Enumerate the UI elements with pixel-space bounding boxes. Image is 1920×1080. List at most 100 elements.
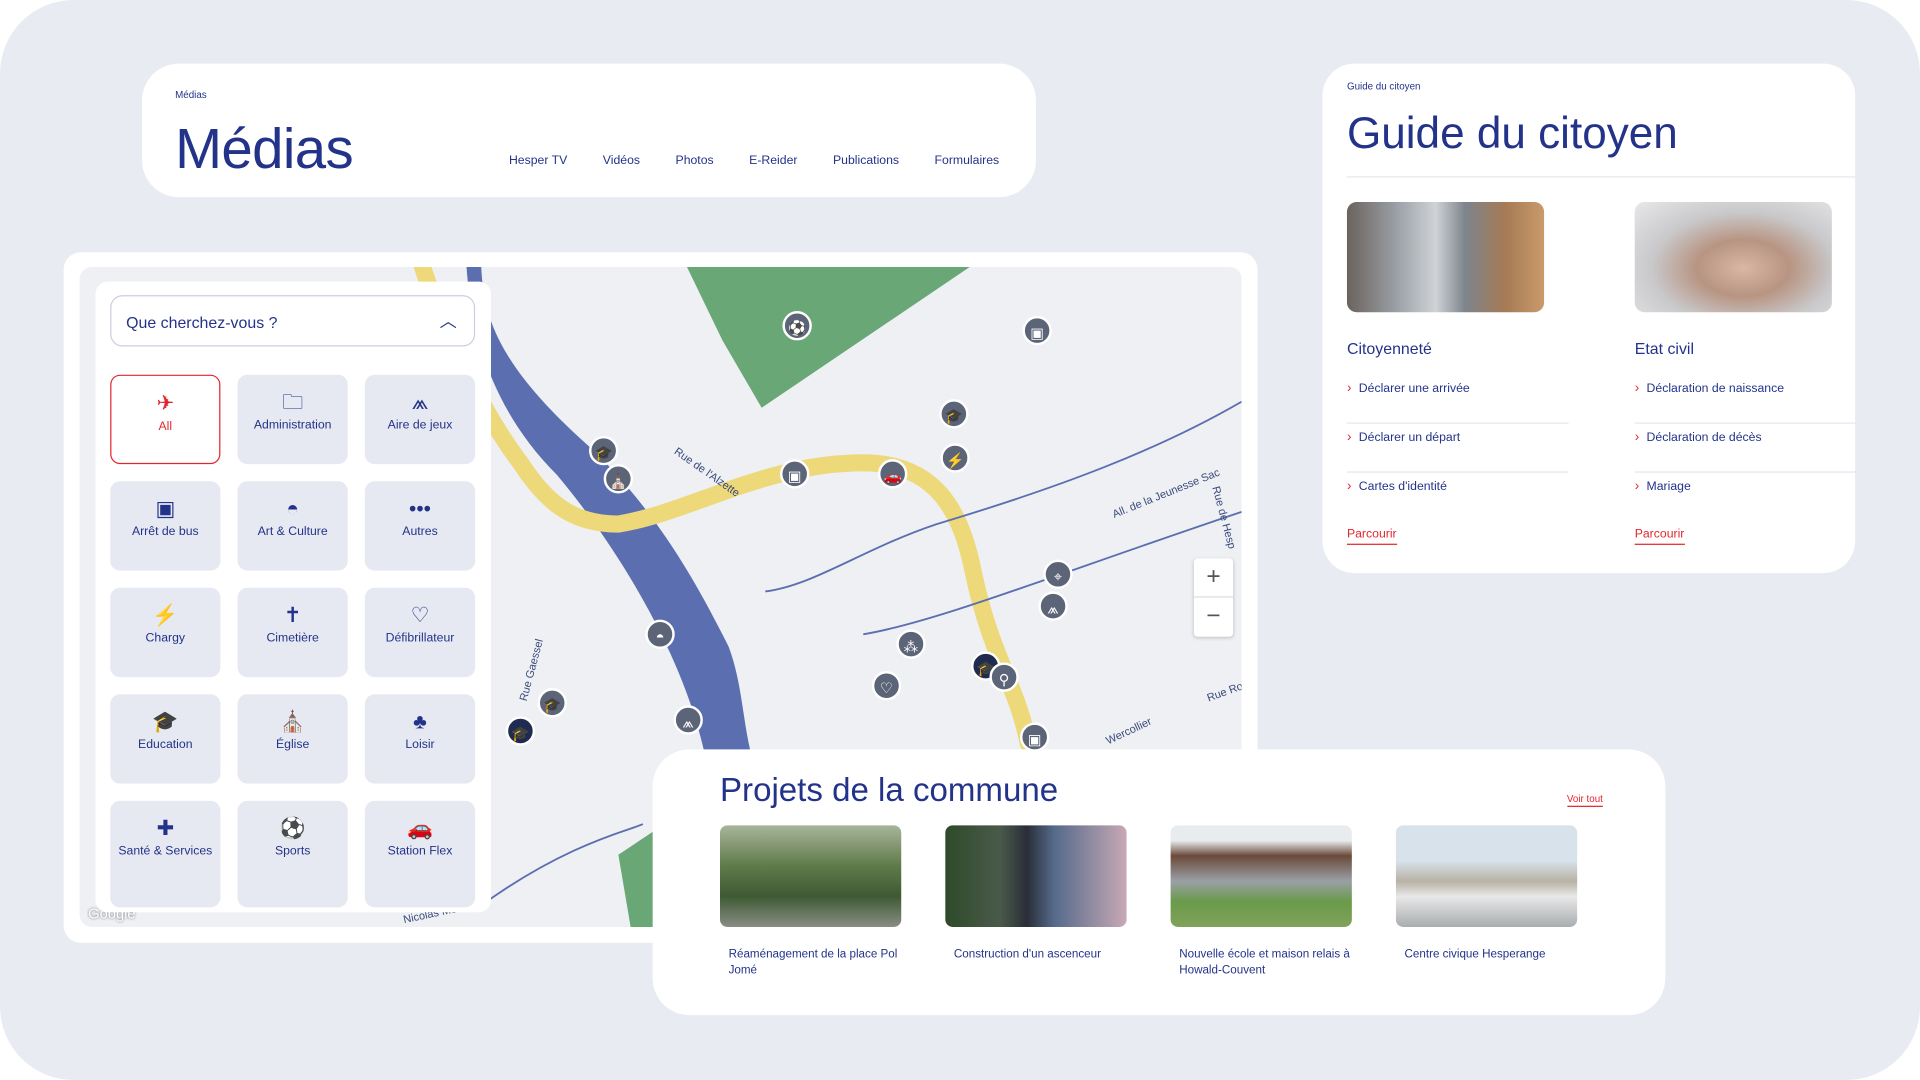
category-education[interactable]: 🎓 Education (110, 694, 221, 784)
chevron-right-icon: › (1346, 429, 1352, 445)
map-marker-chargy[interactable]: ⚡ (940, 443, 970, 473)
map-marker-others[interactable]: ⁂ (896, 629, 926, 659)
project-label: Centre civique Hesperange (1404, 947, 1546, 962)
map-marker-playground[interactable]: ⩕ (673, 705, 703, 735)
dots-icon: ••• (409, 497, 431, 521)
category-label: Chargy (145, 631, 186, 646)
guide-link[interactable]: › Déclarer un départ (1346, 424, 1569, 473)
guide-citoyen-card: Guide du citoyen Guide du citoyen Citoye… (1322, 63, 1857, 574)
street-label: Rue Ro (1206, 680, 1242, 704)
nav-photos[interactable]: Photos (676, 154, 714, 167)
category-arrêt-de-bus[interactable]: ▣ Arrêt de bus (110, 481, 221, 571)
nav-e-reider[interactable]: E-Reider (749, 154, 797, 167)
chevron-right-icon: › (1634, 380, 1640, 396)
zoom-in-button[interactable]: + (1194, 558, 1233, 596)
map-marker-station-flex[interactable]: 🚗 (877, 459, 908, 489)
category-santé-services[interactable]: ✚ Santé & Services (110, 800, 221, 908)
breadcrumb[interactable]: Guide du citoyen (1347, 81, 1421, 92)
category-label: Sports (274, 844, 311, 859)
guide-link[interactable]: › Cartes d'identité (1347, 473, 1569, 522)
category-chargy[interactable]: ⚡ Chargy (110, 587, 221, 678)
citoyennete-image (1346, 202, 1545, 313)
chevron-right-icon: › (1346, 478, 1352, 494)
projects-card: Projets de la commune Voir tout Réaménag… (652, 749, 1666, 1016)
church-icon: ⛪ (279, 710, 306, 734)
page-title: Médias (175, 116, 354, 181)
link-label: Cartes d'identité (1358, 480, 1447, 494)
nav-hesper-tv[interactable]: Hesper TV (509, 154, 567, 167)
car-icon: 🚗 (407, 816, 433, 841)
category-station-flex[interactable]: 🚗 Station Flex (364, 800, 476, 908)
map-marker-defibrillator[interactable]: ♡ (871, 671, 902, 701)
street-label: All. de la Jeunesse Sac (1111, 467, 1222, 521)
project-item[interactable]: Réaménagement de la place Pol Jomé (720, 825, 916, 978)
map-marker-playground[interactable]: ⩕ (1038, 591, 1068, 621)
map-marker-bus[interactable]: ▣ (780, 459, 810, 489)
project-label: Nouvelle école et maison relais à Howald… (1179, 947, 1350, 978)
category-administration[interactable]: 🗀 Administration (237, 374, 348, 465)
category-loisir[interactable]: ♣ Loisir (364, 694, 476, 784)
see-all-link[interactable]: Voir tout (1566, 793, 1603, 807)
guide-link[interactable]: › Déclarer une arrivée (1346, 375, 1569, 424)
chevron-right-icon: › (1634, 478, 1640, 494)
project-item[interactable]: Centre civique Hesperange (1395, 825, 1592, 962)
search-placeholder: Que cherchez-vous ? (126, 313, 278, 332)
category-sports[interactable]: ⚽ Sports (237, 800, 348, 908)
link-label: Déclarer un départ (1358, 431, 1461, 445)
guide-column-citoyennete: Citoyenneté › Déclarer une arrivée › Décla… (1346, 202, 1569, 545)
column-title: Etat civil (1634, 339, 1694, 358)
map-marker-bike[interactable]: ⚲ (989, 662, 1019, 692)
heart-pulse-icon: ♡ (410, 603, 430, 627)
guide-link[interactable]: › Mariage (1635, 473, 1857, 522)
category-aire-de-jeux[interactable]: ⩕ Aire de jeux (364, 374, 476, 465)
medical-bag-icon: ✚ (156, 816, 175, 841)
parcourir-link[interactable]: Parcourir (1346, 528, 1397, 545)
chevron-right-icon: › (1346, 380, 1352, 396)
zoom-out-button[interactable]: − (1193, 596, 1234, 635)
map-marker-location[interactable]: ⌖ (1043, 559, 1073, 589)
category-art-culture[interactable]: ◓ Art & Culture (237, 481, 348, 571)
nav-videos[interactable]: Vidéos (603, 154, 640, 167)
map-marker-bus[interactable]: ▣ (1022, 315, 1052, 346)
map-marker-education[interactable]: 🎓 (505, 716, 536, 746)
map-marker-art-culture[interactable]: ◓ (645, 619, 675, 649)
link-label: Déclaration de naissance (1646, 382, 1785, 396)
category-all[interactable]: ✈ All (110, 374, 221, 465)
project-item[interactable]: Nouvelle école et maison relais à Howald… (1170, 825, 1367, 978)
link-label: Déclaration de décès (1646, 431, 1762, 445)
guide-link[interactable]: › Déclaration de naissance (1634, 375, 1857, 424)
category-cimetière[interactable]: ✝ Cimetière (237, 587, 348, 678)
zoom-control: + − (1193, 558, 1234, 637)
tree-icon: ♣ (413, 710, 427, 734)
category-label: Art & Culture (257, 525, 328, 539)
street-label: Wercollier (1104, 716, 1154, 748)
guide-link[interactable]: › Déclaration de décès (1634, 424, 1857, 473)
slide-icon: ⩕ (411, 390, 429, 414)
category-défibrillateur[interactable]: ♡ Défibrillateur (364, 587, 476, 678)
breadcrumb[interactable]: Médias (175, 89, 207, 100)
category-label: Défibrillateur (385, 631, 455, 646)
parcourir-link[interactable]: Parcourir (1634, 528, 1685, 545)
chevron-up-icon[interactable]: ︿ (440, 309, 457, 333)
map-marker-education[interactable]: 🎓 (588, 435, 619, 466)
nav-publications[interactable]: Publications (833, 154, 899, 167)
column-title: Citoyenneté (1346, 339, 1432, 358)
map-marker-sports[interactable]: ⚽ (782, 311, 812, 341)
category-label: Santé & Services (118, 844, 213, 859)
category-autres[interactable]: ••• Autres (364, 481, 476, 571)
projects-title: Projets de la commune (720, 771, 1059, 809)
search-input[interactable]: Que cherchez-vous ? ︿ (110, 295, 476, 347)
category-label: Arrêt de bus (131, 525, 199, 539)
project-item[interactable]: Construction d'un ascenceur (945, 825, 1141, 962)
nav-formulaires[interactable]: Formulaires (935, 154, 1000, 167)
all-icon: ✈ (156, 391, 175, 416)
link-label: Mariage (1646, 480, 1691, 494)
medias-nav: Hesper TV Vidéos Photos E-Reider Publica… (509, 154, 999, 167)
map-marker-education[interactable]: 🎓 (939, 399, 969, 429)
category-église[interactable]: ⛪ Église (237, 694, 348, 784)
map-marker-education[interactable]: 🎓 (537, 688, 567, 718)
map-marker-bus[interactable]: ▣ (1020, 722, 1050, 752)
masks-icon: ◓ (286, 497, 299, 521)
category-label: Autres (402, 525, 438, 539)
map-marker-church[interactable]: ⛪ (603, 464, 634, 494)
